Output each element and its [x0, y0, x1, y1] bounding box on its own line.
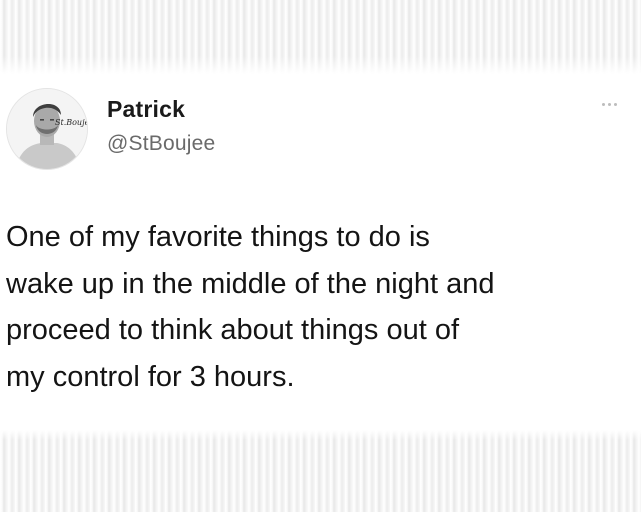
author-display-name[interactable]: Patrick — [107, 96, 185, 123]
more-options-icon[interactable] — [597, 97, 621, 111]
blurred-background-top — [0, 0, 641, 74]
avatar-portrait-image: St.Boujee — [7, 89, 88, 169]
tweet-card: St.Boujee Patrick @StBoujee One of my fa… — [0, 74, 641, 430]
avatar[interactable]: St.Boujee — [6, 88, 88, 170]
more-dot-3 — [613, 102, 617, 106]
more-dot-2 — [607, 102, 611, 106]
author-handle[interactable]: @StBoujee — [107, 132, 215, 156]
tweet-body-text: One of my favorite things to do is wake … — [6, 221, 495, 393]
tweet-screenshot: St.Boujee Patrick @StBoujee One of my fa… — [0, 0, 641, 512]
svg-text:St.Boujee: St.Boujee — [55, 118, 88, 127]
more-dot-1 — [601, 102, 605, 106]
blurred-background-bottom — [0, 430, 641, 512]
